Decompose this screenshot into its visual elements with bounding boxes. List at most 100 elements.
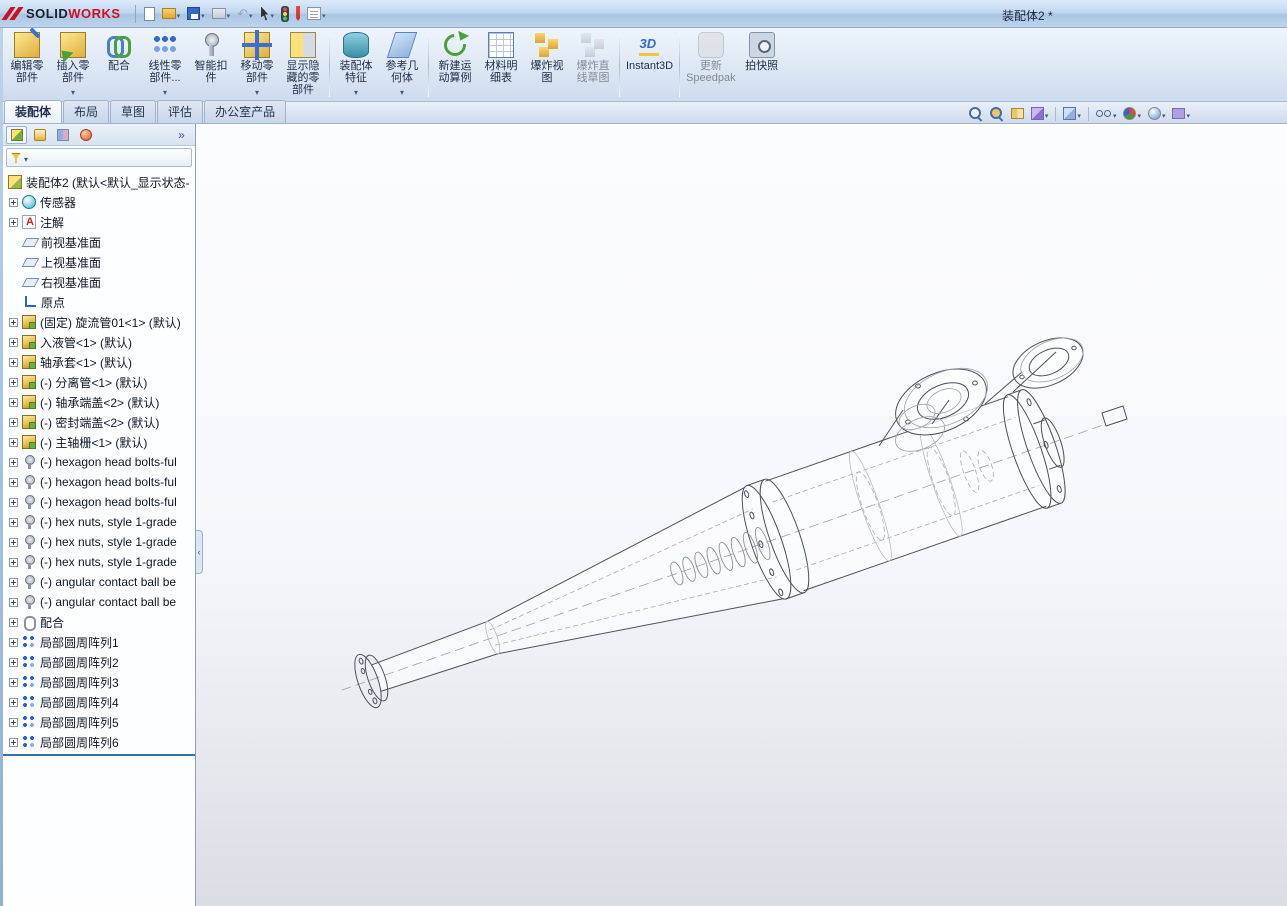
tree-item-component-1[interactable]: 入液管<1> (默认) bbox=[3, 332, 195, 352]
tab-layout[interactable]: 布局 bbox=[63, 100, 110, 123]
expand-icon[interactable] bbox=[9, 637, 18, 647]
ribbon-button-assembly-features[interactable]: 装配体 特征 bbox=[333, 29, 379, 101]
zoom-fit-button[interactable] bbox=[967, 104, 985, 123]
propertymanager-tab[interactable] bbox=[29, 126, 50, 144]
assembly-3d-model[interactable] bbox=[196, 124, 1287, 906]
expand-icon[interactable] bbox=[9, 357, 18, 367]
ribbon-button-instant3d[interactable]: Instant3D bbox=[623, 29, 676, 101]
tab-evaluate[interactable]: 评估 bbox=[157, 100, 204, 123]
expand-icon[interactable] bbox=[9, 317, 18, 327]
new-document-button[interactable] bbox=[142, 4, 157, 24]
panel-collapse-handle[interactable] bbox=[196, 530, 203, 574]
ribbon-button-take-snapshot[interactable]: 拍快照 bbox=[739, 29, 785, 101]
tree-item-component-5[interactable]: (-) 密封端盖<2> (默认) bbox=[3, 412, 195, 432]
featuremanager-tab[interactable] bbox=[6, 125, 27, 144]
expand-icon[interactable] bbox=[9, 557, 18, 567]
view-orientation-button[interactable] bbox=[1029, 104, 1051, 123]
expand-icon[interactable] bbox=[9, 217, 18, 227]
section-view-button[interactable] bbox=[1009, 104, 1026, 123]
panel-expand-button[interactable] bbox=[171, 126, 192, 144]
displaymanager-tab[interactable] bbox=[75, 126, 96, 144]
apply-scene-button[interactable] bbox=[1146, 104, 1168, 123]
expand-icon[interactable] bbox=[9, 657, 18, 667]
expand-icon[interactable] bbox=[9, 437, 18, 447]
rebuild-button[interactable] bbox=[279, 4, 291, 24]
zoom-area-button[interactable] bbox=[988, 104, 1006, 123]
ribbon-button-new-motion-study[interactable]: 新建运 动算例 bbox=[432, 29, 478, 101]
ribbon-button-explode-line-sketch[interactable]: 爆炸直 线草图 bbox=[570, 29, 616, 101]
ribbon-button-smart-fastener[interactable]: 智能扣 件 bbox=[188, 29, 234, 101]
edit-appearance-button[interactable] bbox=[1121, 104, 1143, 123]
tree-item-component-4[interactable]: (-) 轴承端盖<2> (默认) bbox=[3, 392, 195, 412]
tree-item-pattern-5[interactable]: 局部圆周阵列5 bbox=[3, 712, 195, 732]
expand-icon[interactable] bbox=[9, 497, 18, 507]
expand-icon[interactable] bbox=[9, 477, 18, 487]
tree-item-bolt-0[interactable]: (-) hexagon head bolts-ful bbox=[3, 452, 195, 472]
tree-item-nut-0[interactable]: (-) hex nuts, style 1-grade bbox=[3, 512, 195, 532]
ribbon-button-exploded-view[interactable]: 爆炸视 图 bbox=[524, 29, 570, 101]
save-button[interactable] bbox=[185, 4, 207, 24]
tree-item-bearing-0[interactable]: (-) angular contact ball be bbox=[3, 572, 195, 592]
tree-item-nut-1[interactable]: (-) hex nuts, style 1-grade bbox=[3, 532, 195, 552]
expand-icon[interactable] bbox=[9, 677, 18, 687]
expand-icon[interactable] bbox=[9, 617, 18, 627]
tree-item-component-2[interactable]: 轴承套<1> (默认) bbox=[3, 352, 195, 372]
view-settings-button[interactable] bbox=[1170, 104, 1192, 123]
tree-item-sensors[interactable]: 传感器 bbox=[3, 192, 195, 212]
ribbon-button-reference-geometry[interactable]: 参考几 何体 bbox=[379, 29, 425, 101]
tree-item-component-6[interactable]: (-) 主轴栅<1> (默认) bbox=[3, 432, 195, 452]
ribbon-button-update-speedpak[interactable]: 更新 Speedpak bbox=[683, 29, 739, 101]
tab-sketch[interactable]: 草图 bbox=[110, 100, 157, 123]
tree-item-assembly-root[interactable]: 装配体2 (默认<默认_显示状态- bbox=[3, 172, 195, 192]
ribbon-button-show-hidden[interactable]: 显示隐 藏的零 部件 bbox=[280, 29, 326, 101]
tree-splitter[interactable] bbox=[3, 754, 195, 756]
open-button[interactable] bbox=[160, 4, 183, 24]
tree-item-bearing-1[interactable]: (-) angular contact ball be bbox=[3, 592, 195, 612]
expand-icon[interactable] bbox=[9, 457, 18, 467]
tree-item-mates[interactable]: 配合 bbox=[3, 612, 195, 632]
configurationmanager-tab[interactable] bbox=[52, 126, 73, 144]
tree-item-component-3[interactable]: (-) 分离管<1> (默认) bbox=[3, 372, 195, 392]
display-style-button[interactable] bbox=[1061, 104, 1083, 123]
graphics-viewport[interactable] bbox=[196, 124, 1287, 906]
ribbon-button-insert-component[interactable]: 插入零 部件 bbox=[50, 29, 96, 101]
tree-item-bolt-1[interactable]: (-) hexagon head bolts-ful bbox=[3, 472, 195, 492]
expand-icon[interactable] bbox=[9, 377, 18, 387]
expand-icon[interactable] bbox=[9, 517, 18, 527]
tree-item-pattern-6[interactable]: 局部圆周阵列6 bbox=[3, 732, 195, 752]
expand-icon[interactable] bbox=[9, 397, 18, 407]
tree-item-origin[interactable]: 原点 bbox=[3, 292, 195, 312]
expand-icon[interactable] bbox=[9, 697, 18, 707]
tree-item-pattern-2[interactable]: 局部圆周阵列2 bbox=[3, 652, 195, 672]
tree-item-pattern-4[interactable]: 局部圆周阵列4 bbox=[3, 692, 195, 712]
print-button[interactable] bbox=[210, 4, 233, 24]
tree-item-pattern-1[interactable]: 局部圆周阵列1 bbox=[3, 632, 195, 652]
tab-assembly[interactable]: 装配体 bbox=[4, 100, 63, 123]
expand-icon[interactable] bbox=[9, 337, 18, 347]
expand-icon[interactable] bbox=[9, 577, 18, 587]
tree-filter[interactable] bbox=[6, 148, 192, 167]
ribbon-button-linear-pattern[interactable]: 线性零 部件... bbox=[142, 29, 188, 101]
expand-icon[interactable] bbox=[9, 717, 18, 727]
hide-show-items-button[interactable] bbox=[1094, 104, 1119, 123]
tree-item-front-plane[interactable]: 前视基准面 bbox=[3, 232, 195, 252]
expand-icon[interactable] bbox=[9, 597, 18, 607]
expand-icon[interactable] bbox=[9, 537, 18, 547]
select-button[interactable] bbox=[258, 4, 277, 24]
expand-icon[interactable] bbox=[9, 737, 18, 747]
tree-item-annotations[interactable]: 注解 bbox=[3, 212, 195, 232]
tree-item-top-plane[interactable]: 上视基准面 bbox=[3, 252, 195, 272]
tree-item-component-0[interactable]: (固定) 旋流管01<1> (默认) bbox=[3, 312, 195, 332]
ribbon-button-mate[interactable]: 配合 bbox=[96, 29, 142, 101]
tree-item-bolt-2[interactable]: (-) hexagon head bolts-ful bbox=[3, 492, 195, 512]
ribbon-button-edit-component[interactable]: 编辑零 部件 bbox=[4, 29, 50, 101]
expand-icon[interactable] bbox=[9, 417, 18, 427]
options-button[interactable] bbox=[305, 4, 328, 24]
tree-item-pattern-3[interactable]: 局部圆周阵列3 bbox=[3, 672, 195, 692]
tree-item-nut-2[interactable]: (-) hex nuts, style 1-grade bbox=[3, 552, 195, 572]
tree-item-right-plane[interactable]: 右视基准面 bbox=[3, 272, 195, 292]
tab-office-products[interactable]: 办公室产品 bbox=[204, 100, 287, 123]
undo-button[interactable] bbox=[235, 4, 254, 24]
edit-color-button[interactable] bbox=[294, 4, 302, 24]
ribbon-button-move-component[interactable]: 移动零 部件 bbox=[234, 29, 280, 101]
